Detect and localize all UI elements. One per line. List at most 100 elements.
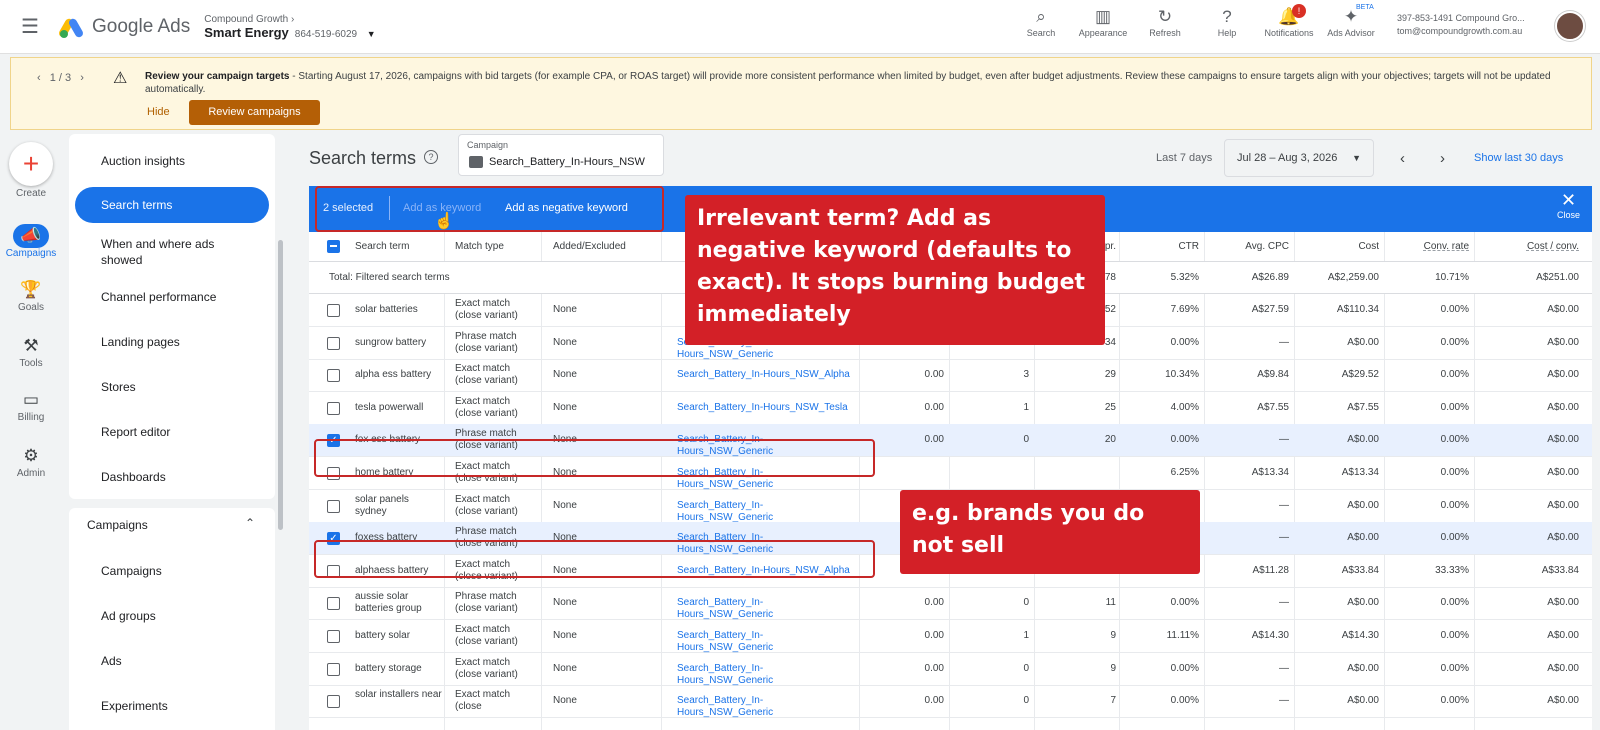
top-action-refresh[interactable]: ↻ Refresh [1134,6,1196,38]
column-conv-rate[interactable]: Conv. rate [1394,241,1469,252]
campaign-link[interactable]: Search_Battery_In-Hours_NSW_Generic [677,500,857,524]
campaign-link[interactable]: Search_Battery_In-Hours_NSW_Generic [677,630,857,654]
reports-sidebar: Auction insights Search terms When and w… [69,134,275,499]
column-cost-per-conv[interactable]: Cost / conv. [1484,241,1579,252]
table-row[interactable]: solar installers near Exact match (close N… [309,685,1592,719]
hide-button[interactable]: Hide [147,106,170,118]
conv-rate-cell: 0.00% [1440,499,1469,511]
select-all-checkbox[interactable] [327,240,340,253]
row-checkbox[interactable] [327,499,340,513]
sidebar-item-when-where[interactable]: When and where ads showed [69,236,239,268]
top-action-ads-advisor[interactable]: ✦ BETA Ads Advisor [1320,4,1382,38]
sidebar-item-stores[interactable]: Stores [69,379,275,395]
cost-cell: A$0.00 [1347,597,1379,609]
column-match-type[interactable]: Match type [455,241,504,252]
match-type-cell: Phrase match (close variant) [455,330,518,354]
match-type-cell: Exact match (close variant) [455,656,518,680]
campaign-link[interactable]: Search_Battery_In-Hours_NSW_Generic [677,597,857,621]
ctr-cell: 6.25% [1170,467,1199,478]
sidebar-item-experiments[interactable]: Experiments [69,698,275,714]
rail-item-campaigns[interactable]: 📣 Campaigns [0,224,62,259]
row-checkbox[interactable] [327,662,340,676]
next-period-button[interactable]: › [1440,150,1445,167]
date-range-picker[interactable]: Jul 28 – Aug 3, 2026 ▼ [1224,139,1374,177]
clicks-cell: 0 [1023,662,1029,674]
cost-cell: A$14.30 [1341,630,1379,641]
top-action-notifications[interactable]: 🔔! Notifications [1258,4,1320,38]
rail-item-tools[interactable]: ⚒ Tools [0,334,62,369]
column-ctr[interactable]: CTR [1134,241,1199,252]
campaigns-section-title[interactable]: Campaigns [87,518,148,532]
rail-label-create: Create [15,188,46,199]
sidebar-item-dashboards[interactable]: Dashboards [69,469,275,485]
cost-cell: A$0.00 [1347,695,1379,707]
row-checkbox[interactable] [327,336,340,350]
column-added-excluded[interactable]: Added/Excluded [553,241,626,252]
table-row[interactable]: tesla powerwall Exact match (close varian… [309,392,1592,425]
campaign-filter[interactable]: Campaign Search_Battery_In-Hours_NSW [458,134,664,176]
top-action-search[interactable]: ⌕ Search [1010,6,1072,38]
previous-period-button[interactable]: ‹ [1400,150,1405,167]
sidebar-item-channel-performance[interactable]: Channel performance [69,289,275,305]
hamburger-icon[interactable]: ☰ [0,14,60,39]
cost-per-conv-cell: A$0.00 [1547,467,1579,478]
card-icon: ▭ [22,390,40,409]
top-action-help[interactable]: ? Help [1196,6,1258,38]
row-checkbox[interactable] [327,304,340,317]
user-info[interactable]: 397-853-1491 Compound Gro... tom@compoun… [1397,12,1525,38]
sidebar-item-landing-pages[interactable]: Landing pages [69,334,275,350]
table-row[interactable]: battery storage Exact match (close varian… [309,653,1592,686]
help-icon[interactable]: ? [424,150,438,164]
top-action-appearance[interactable]: ▥ Appearance [1072,6,1134,38]
ctr-cell: 0.00% [1170,597,1199,609]
left-rail: + Create 📣 Campaigns 🏆 Goals ⚒ Tools ▭ B… [0,132,62,730]
rail-item-admin[interactable]: ⚙ Admin [0,444,62,479]
added-excluded-cell: None [553,401,577,413]
conv-rate-cell: 0.00% [1440,434,1469,446]
rail-label-goals: Goals [17,302,45,313]
column-cost[interactable]: Cost [1304,241,1379,252]
row-checkbox[interactable] [327,401,340,415]
create-button[interactable]: + [9,142,53,186]
rail-item-goals[interactable]: 🏆 Goals [0,278,62,313]
sidebar-scrollbar[interactable] [278,240,283,530]
table-row[interactable]: battery solar Exact match (close variant)… [309,620,1592,653]
search-term-cell: aussie solar batteries group [355,591,422,615]
row-checkbox[interactable] [327,695,340,709]
close-selection-button[interactable]: ✕ Close [1557,190,1580,220]
rail-item-create[interactable]: Create [0,188,62,199]
campaign-link[interactable]: Search_Battery_In-Hours_NSW_Generic [677,695,857,719]
column-avg-cpc[interactable]: Avg. CPC [1214,241,1289,252]
show-last-30-days-link[interactable]: Show last 30 days [1474,152,1563,164]
sidebar-item-auction-insights[interactable]: Auction insights [69,153,275,169]
account-switcher[interactable]: Compound Growth › Smart Energy 864-519-60… [204,14,375,40]
user-account-line: 397-853-1491 Compound Gro... [1397,13,1525,23]
sidebar-item-report-editor[interactable]: Report editor [69,424,275,440]
search-icon: ⌕ [1036,7,1046,26]
table-row[interactable]: alpha ess battery Exact match (close vari… [309,359,1592,393]
avg-cpc-cell: A$11.28 [1252,564,1289,576]
sidebar-item-campaigns[interactable]: Campaigns [69,563,275,579]
review-campaigns-button[interactable]: Review campaigns [189,100,320,125]
chevron-left-icon[interactable]: ‹ [37,72,41,84]
total-ctr: 5.32% [1170,272,1199,283]
sidebar-item-ad-groups[interactable]: Ad groups [69,608,275,624]
rail-label-tools: Tools [19,358,43,369]
campaign-link[interactable]: Search_Battery_In-Hours_NSW_Generic [677,663,857,687]
campaign-link[interactable]: Search_Battery_In-Hours_NSW_Tesla [677,402,857,414]
conv-rate-cell: 33.33% [1435,564,1469,576]
row-checkbox[interactable] [327,369,340,383]
sidebar-item-search-terms[interactable]: Search terms [75,187,269,223]
chevron-right-icon[interactable]: › [80,72,84,84]
column-search-term[interactable]: Search term [355,241,409,252]
table-row[interactable]: aussie solar batteries group Phrase match… [309,587,1592,621]
sidebar-item-ads[interactable]: Ads [69,653,275,669]
avatar[interactable] [1555,11,1585,41]
google-ads-logo[interactable]: Google Ads [57,16,190,39]
rail-item-billing[interactable]: ▭ Billing [0,388,62,423]
row-checkbox[interactable] [327,630,340,643]
campaign-link[interactable]: Search_Battery_In-Hours_NSW_Alpha [677,369,857,381]
chevron-up-icon[interactable]: ⌃ [245,516,255,530]
row-checkbox[interactable] [327,597,340,611]
match-type-cell: Exact match (close variant) [455,624,518,647]
